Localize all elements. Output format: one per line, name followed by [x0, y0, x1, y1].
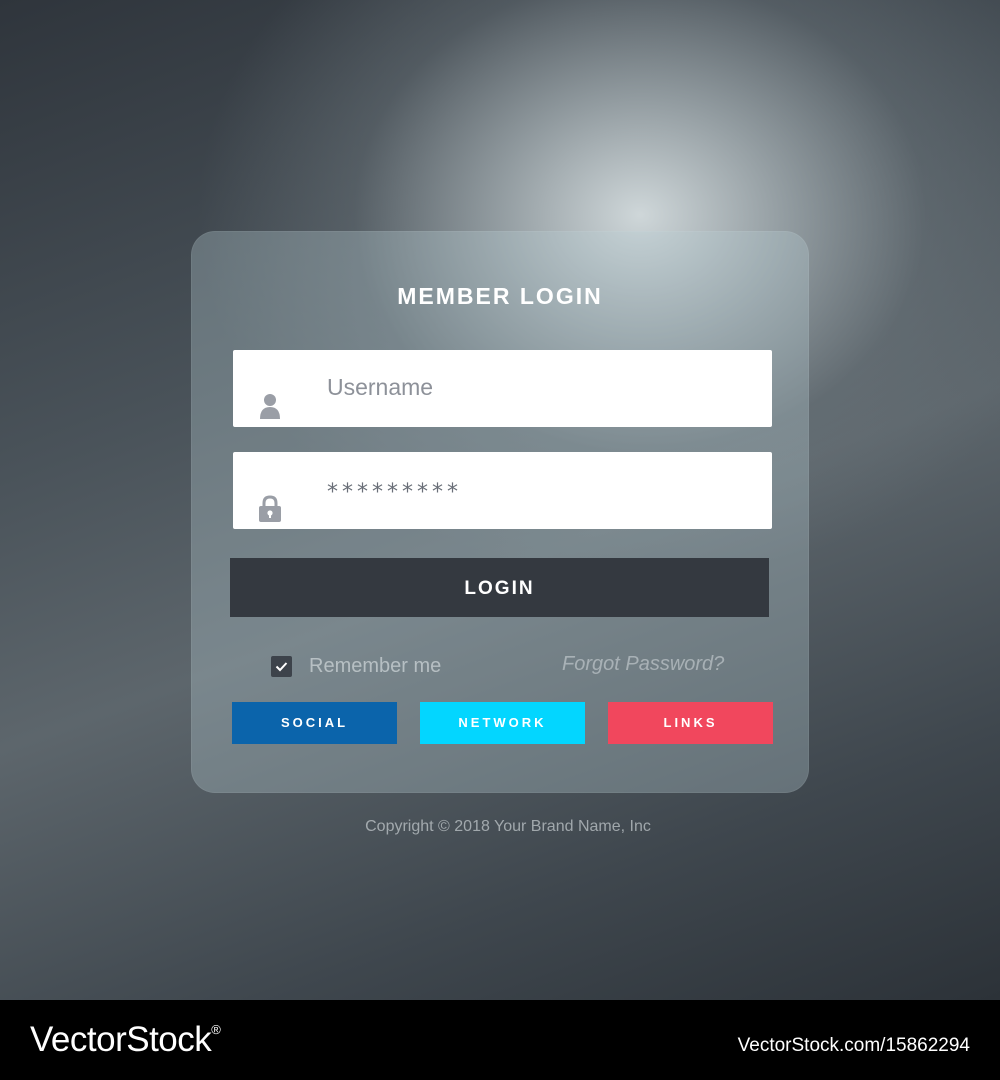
watermark-image-ref: VectorStock.com/15862294 — [737, 1035, 970, 1056]
watermark-brand-name: VectorStock — [30, 1020, 212, 1059]
watermark-brand: VectorStock® — [30, 1020, 221, 1060]
remember-me-checkbox[interactable] — [271, 655, 292, 677]
page: MEMBER LOGIN Username ********* LOGIN Re… — [0, 0, 1000, 1080]
remember-me[interactable]: Remember me — [271, 655, 441, 677]
password-field[interactable]: ********* — [233, 452, 772, 529]
social-button[interactable]: SOCIAL — [232, 702, 397, 744]
check-icon — [275, 661, 288, 671]
login-button[interactable]: LOGIN — [230, 558, 769, 617]
username-field[interactable]: Username — [233, 350, 772, 427]
network-button[interactable]: NETWORK — [420, 702, 585, 744]
user-icon — [257, 391, 283, 421]
password-value: ********* — [327, 480, 462, 505]
login-card: MEMBER LOGIN Username ********* LOGIN Re… — [191, 231, 809, 793]
copyright-text: Copyright © 2018 Your Brand Name, Inc — [365, 818, 651, 835]
watermark-footer: VectorStock® VectorStock.com/15862294 — [0, 1000, 1000, 1080]
username-placeholder: Username — [327, 374, 434, 400]
links-button[interactable]: LINKS — [608, 702, 773, 744]
lock-icon — [257, 493, 283, 523]
card-title: MEMBER LOGIN — [397, 283, 603, 309]
forgot-password-link[interactable]: Forgot Password? — [562, 653, 724, 676]
remember-me-label: Remember me — [309, 654, 442, 677]
registered-mark: ® — [211, 1022, 221, 1037]
